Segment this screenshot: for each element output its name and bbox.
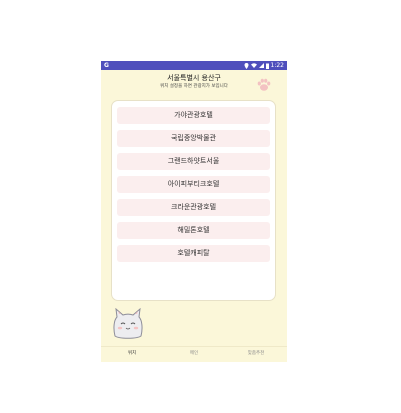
status-icons: 1:22 <box>244 61 284 70</box>
list-item-place[interactable]: 그랜드하얏트서울 <box>117 153 270 170</box>
tab-main[interactable]: 메인 <box>163 347 225 362</box>
list-item-place[interactable]: 아이피부티크호텔 <box>117 176 270 193</box>
tab-label: 맞춤추천 <box>247 351 265 356</box>
location-icon <box>244 62 249 69</box>
paw-icon[interactable] <box>256 77 272 93</box>
list-item-place[interactable]: 호텔캐피탈 <box>117 245 270 262</box>
battery-icon <box>265 63 269 69</box>
tab-label: 위치 <box>127 351 137 356</box>
app-screen: G 1:22 서울특별시 용산구 위치 설정을 하면 관광지가 보입니다 가야관… <box>101 61 287 362</box>
status-bar: G 1:22 <box>101 61 287 70</box>
wifi-icon <box>250 63 257 68</box>
google-icon: G <box>104 62 109 69</box>
list-item-place[interactable]: 크라운관광호텔 <box>117 199 270 216</box>
tab-location[interactable]: 위치 <box>101 347 163 362</box>
tab-recommend[interactable]: 맞춤추천 <box>225 347 287 362</box>
signal-icon <box>258 63 264 68</box>
list-item-place[interactable]: 해밀톤호텔 <box>117 222 270 239</box>
status-time: 1:22 <box>270 62 284 69</box>
tab-active-indicator <box>101 361 163 362</box>
cat-mascot-icon <box>113 308 143 339</box>
list-item-place[interactable]: 가야관광호텔 <box>117 107 270 124</box>
list-item-place[interactable]: 국립중앙박물관 <box>117 130 270 147</box>
place-list[interactable]: 가야관광호텔 국립중앙박물관 그랜드하얏트서울 아이피부티크호텔 크라운관광호텔… <box>111 100 276 301</box>
tab-label: 메인 <box>189 351 199 356</box>
bottom-tab-bar: 위치 메인 맞춤추천 <box>101 346 287 362</box>
